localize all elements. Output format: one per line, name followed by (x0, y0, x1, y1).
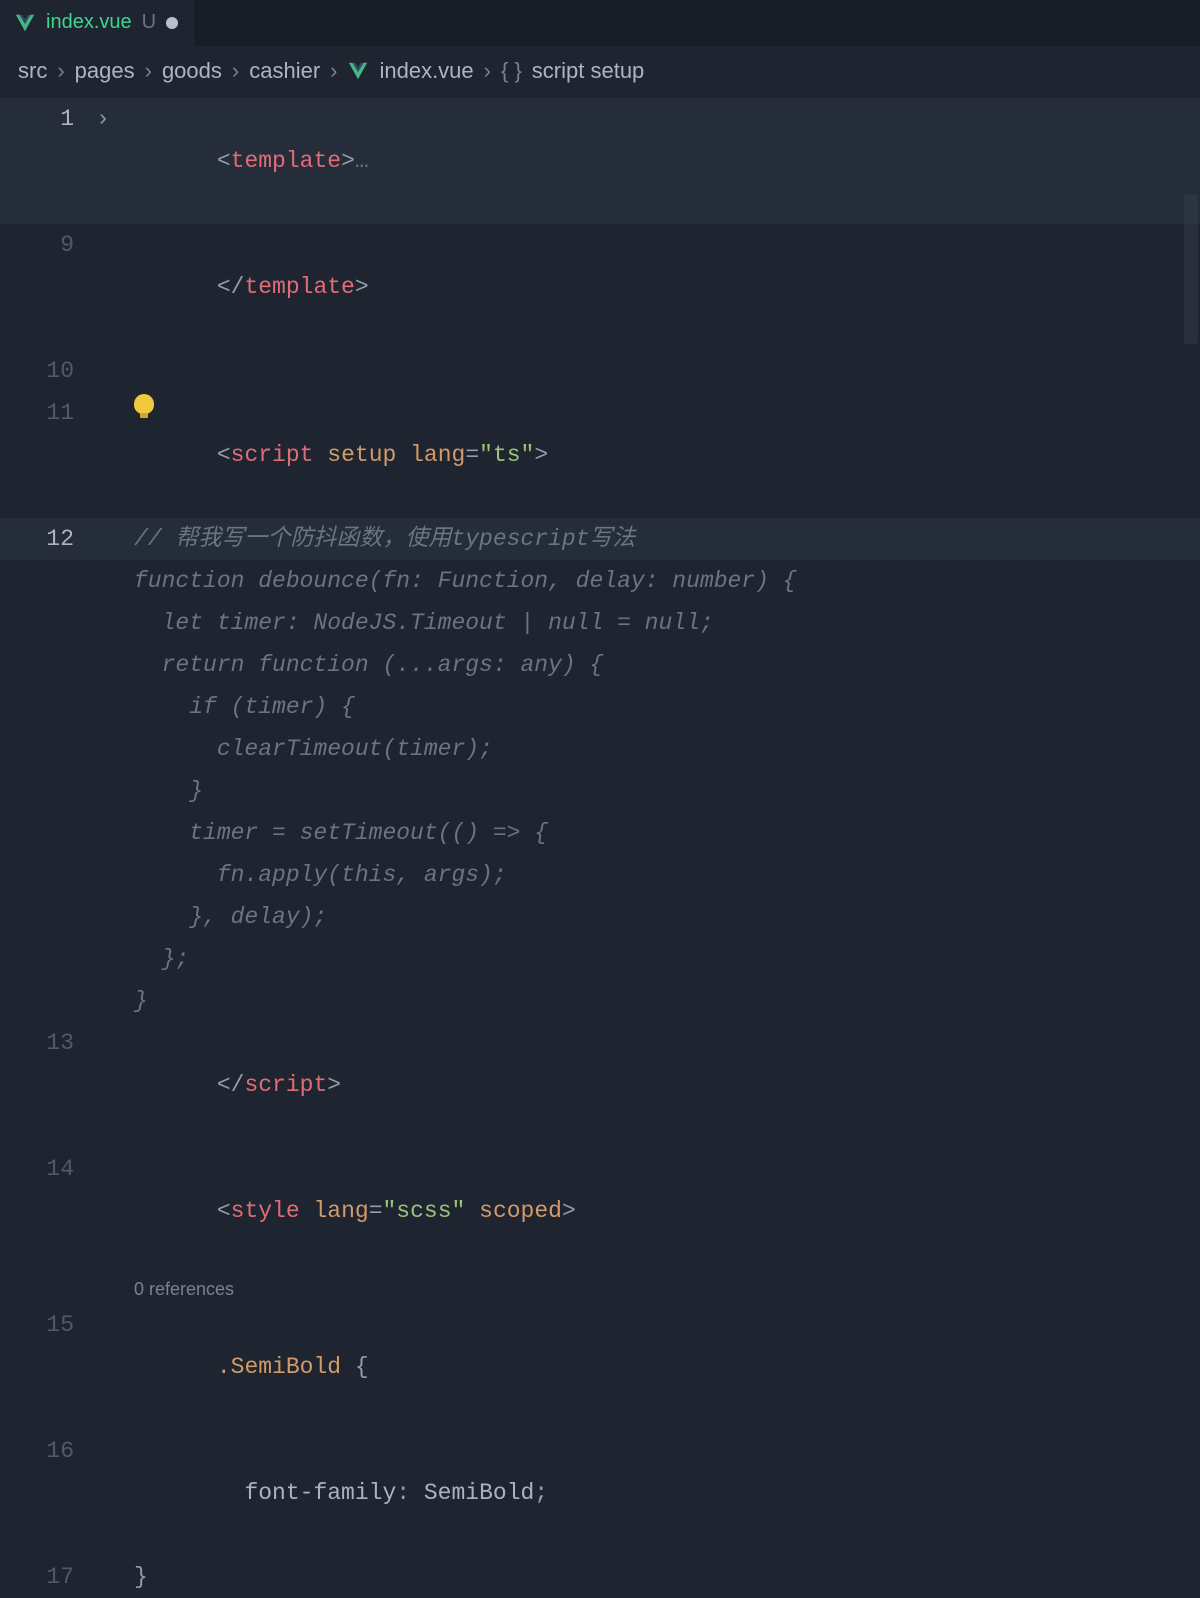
inline-suggestion-line[interactable]: }, delay); (0, 896, 1200, 938)
codelens-references[interactable]: 0 references (134, 1274, 234, 1304)
breadcrumb-part[interactable]: src (18, 58, 47, 84)
line-number: 15 (0, 1304, 96, 1346)
code-line[interactable]: 10 (0, 350, 1200, 392)
chevron-right-icon[interactable]: › (96, 98, 126, 140)
inline-suggestion-line[interactable]: }; (0, 938, 1200, 980)
code-line[interactable]: 11 <script setup lang="ts"> (0, 392, 1200, 518)
code-line[interactable]: 9 </template> (0, 224, 1200, 350)
braces-icon: { } (501, 58, 522, 84)
folded-ellipsis-icon[interactable]: … (355, 148, 369, 174)
line-number: 10 (0, 350, 96, 392)
chevron-right-icon: › (232, 58, 239, 84)
line-number: 16 (0, 1430, 96, 1472)
line-number: 12 (0, 518, 96, 560)
line-number: 14 (0, 1148, 96, 1190)
vue-file-icon (14, 12, 36, 34)
tab-filename: index.vue (46, 11, 132, 34)
code-line[interactable]: 13 </script> (0, 1022, 1200, 1148)
code-line[interactable]: 1 › <template>… (0, 98, 1200, 224)
chevron-right-icon: › (330, 58, 337, 84)
code-line[interactable]: 15 .SemiBold { (0, 1304, 1200, 1430)
line-number: 17 (0, 1556, 96, 1598)
chevron-right-icon: › (145, 58, 152, 84)
chevron-right-icon: › (484, 58, 491, 84)
code-line[interactable]: 14 <style lang="scss" scoped> (0, 1148, 1200, 1274)
inline-suggestion-line[interactable]: return function (...args: any) { (0, 644, 1200, 686)
inline-suggestion-line[interactable]: fn.apply(this, args); (0, 854, 1200, 896)
inline-suggestion-line[interactable]: clearTimeout(timer); (0, 728, 1200, 770)
vue-file-icon (347, 60, 369, 82)
chevron-right-icon: › (57, 58, 64, 84)
line-number: 11 (0, 392, 96, 434)
code-line-active[interactable]: 12 // 帮我写一个防抖函数，使用typescript写法 (0, 518, 1200, 560)
comment-text: // 帮我写一个防抖函数，使用typescript写法 (134, 518, 635, 560)
inline-suggestion-line[interactable]: let timer: NodeJS.Timeout | null = null; (0, 602, 1200, 644)
code-line[interactable]: 17 } (0, 1556, 1200, 1598)
inline-suggestion-line[interactable]: function debounce(fn: Function, delay: n… (0, 560, 1200, 602)
inline-suggestion-line[interactable]: } (0, 980, 1200, 1022)
breadcrumb-part[interactable]: cashier (249, 58, 320, 84)
breadcrumb[interactable]: src › pages › goods › cashier › index.vu… (0, 46, 1200, 94)
lightbulb-icon[interactable] (134, 394, 154, 414)
codelens-line[interactable]: 0 references (0, 1274, 1200, 1304)
inline-suggestion-line[interactable]: timer = setTimeout(() => { (0, 812, 1200, 854)
line-number: 1 (0, 98, 96, 140)
line-number: 9 (0, 224, 96, 266)
code-line[interactable]: 16 font-family: SemiBold; (0, 1430, 1200, 1556)
code-editor[interactable]: 1 › <template>… 9 </template> 10 11 <scr… (0, 94, 1200, 1598)
unsaved-indicator-icon[interactable] (166, 17, 178, 29)
scrollbar[interactable] (1184, 194, 1198, 344)
inline-suggestion-line[interactable]: } (0, 770, 1200, 812)
tab-bar: index.vue U (0, 0, 1200, 46)
breadcrumb-part[interactable]: index.vue (379, 58, 473, 84)
breadcrumb-part[interactable]: script setup (532, 58, 645, 84)
line-number: 13 (0, 1022, 96, 1064)
breadcrumb-part[interactable]: goods (162, 58, 222, 84)
tab-git-status: U (142, 11, 156, 34)
inline-suggestion-line[interactable]: if (timer) { (0, 686, 1200, 728)
breadcrumb-part[interactable]: pages (75, 58, 135, 84)
file-tab[interactable]: index.vue U (0, 0, 194, 46)
